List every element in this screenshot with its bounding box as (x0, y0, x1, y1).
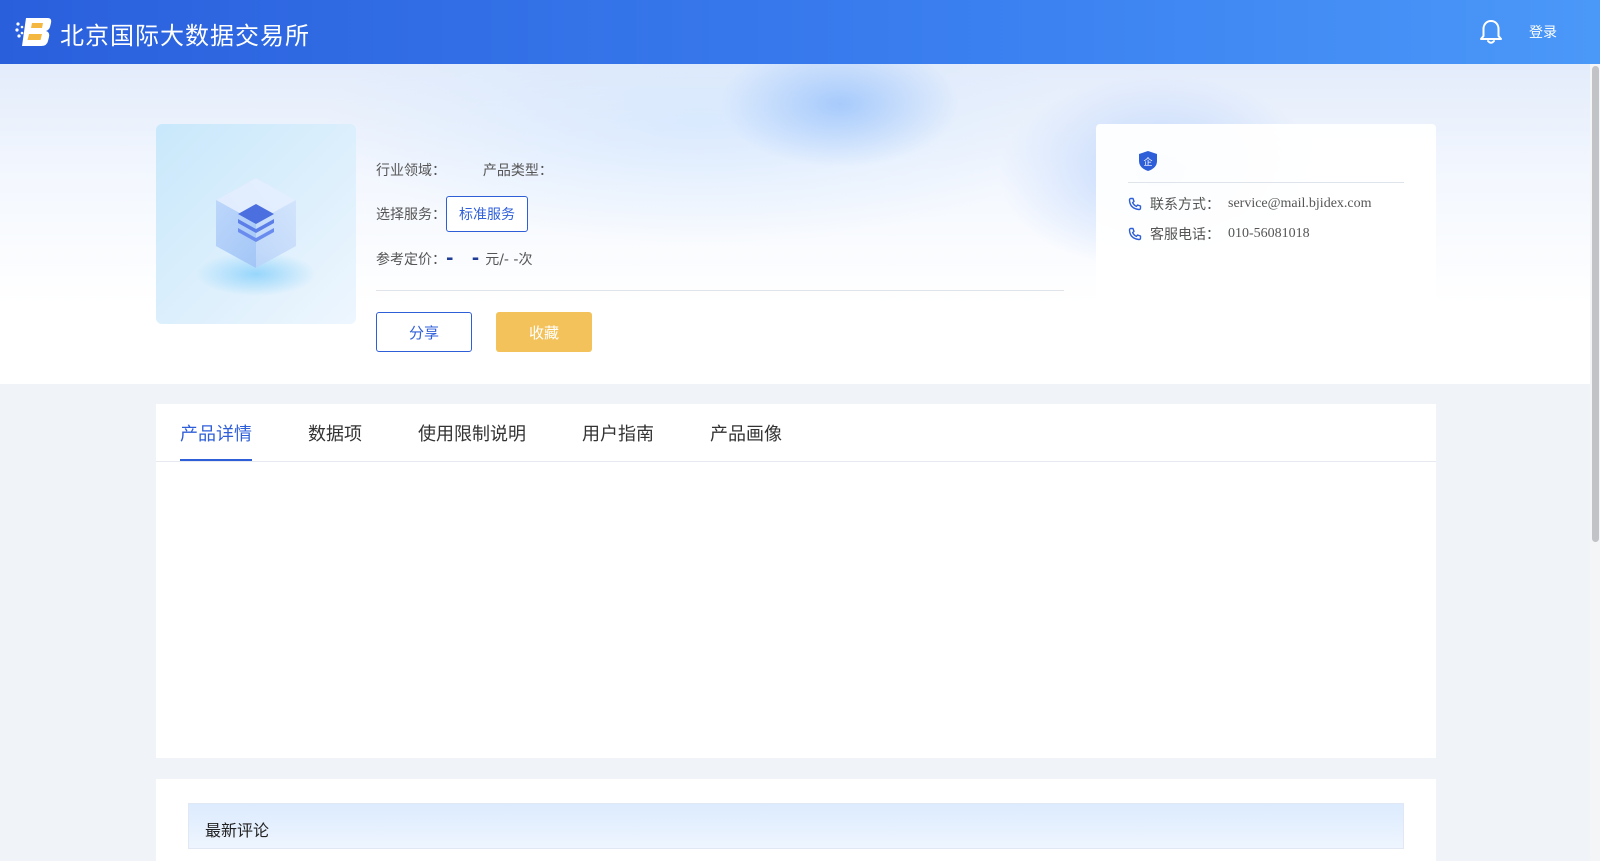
tab-product-profile[interactable]: 产品画像 (710, 420, 782, 446)
price-value: - - (446, 248, 486, 269)
hero-divider (376, 290, 1064, 291)
service-label: 选择服务： (376, 207, 446, 223)
active-tab-indicator (180, 459, 252, 461)
contact-phone-value[interactable]: 010-56081018 (1228, 226, 1310, 242)
enterprise-shield-icon: 企 (1139, 151, 1157, 171)
contact-email-row: 联系方式： service@mail.bjidex.com (1128, 194, 1372, 214)
contact-email-value[interactable]: service@mail.bjidex.com (1228, 196, 1372, 212)
login-link[interactable]: 登录 (1529, 22, 1557, 42)
contact-phone-label: 客服电话： (1150, 227, 1220, 243)
contact-email-label: 联系方式： (1150, 197, 1220, 213)
data-layers-cube-icon (196, 178, 316, 296)
standard-service-option[interactable]: 标准服务 (446, 196, 528, 232)
tab-user-guide[interactable]: 用户指南 (582, 420, 654, 446)
contact-card-divider (1128, 182, 1404, 183)
product-image (156, 124, 356, 324)
product-tabs-panel: 产品详情 数据项 使用限制说明 用户指南 产品画像 (156, 404, 1436, 758)
enterprise-badge-text: 企 (1143, 156, 1152, 168)
industry-type-row: 行业领域： 产品类型： (376, 160, 553, 180)
price-unit: 元/- -次 (485, 252, 533, 268)
price-label: 参考定价： (376, 252, 446, 268)
provider-contact-card: 企 联系方式： service@mail.bjidex.com 客服电话： 01… (1096, 124, 1436, 384)
page-scrollbar-thumb[interactable] (1592, 66, 1599, 542)
tab-content-area (156, 462, 1436, 758)
share-button[interactable]: 分享 (376, 312, 472, 352)
brand-title[interactable]: 北京国际大数据交易所 (60, 16, 310, 51)
comments-title: 最新评论 (205, 821, 270, 840)
price-row: 参考定价： - - 元/- -次 (376, 248, 533, 269)
product-type-label: 产品类型： (482, 163, 553, 179)
tab-usage-restrictions[interactable]: 使用限制说明 (418, 420, 526, 446)
industry-label: 行业领域： (376, 163, 446, 179)
bjidex-logo-icon[interactable] (14, 14, 52, 48)
phone-icon (1128, 227, 1142, 241)
tab-product-details[interactable]: 产品详情 (180, 420, 252, 446)
tab-bar: 产品详情 数据项 使用限制说明 用户指南 产品画像 (156, 404, 1436, 462)
comments-panel: 最新评论 (156, 779, 1436, 861)
bell-icon[interactable] (1479, 19, 1503, 45)
collect-button[interactable]: 收藏 (496, 312, 592, 352)
contact-phone-row: 客服电话： 010-56081018 (1128, 224, 1310, 244)
product-hero: 行业领域： 产品类型： 选择服务： 标准服务 参考定价： - - 元/- -次 … (0, 64, 1600, 384)
comments-header: 最新评论 (188, 803, 1404, 849)
tab-data-items[interactable]: 数据项 (308, 420, 362, 446)
phone-icon (1128, 197, 1142, 211)
top-navigation-bar: 北京国际大数据交易所 登录 (0, 0, 1600, 64)
